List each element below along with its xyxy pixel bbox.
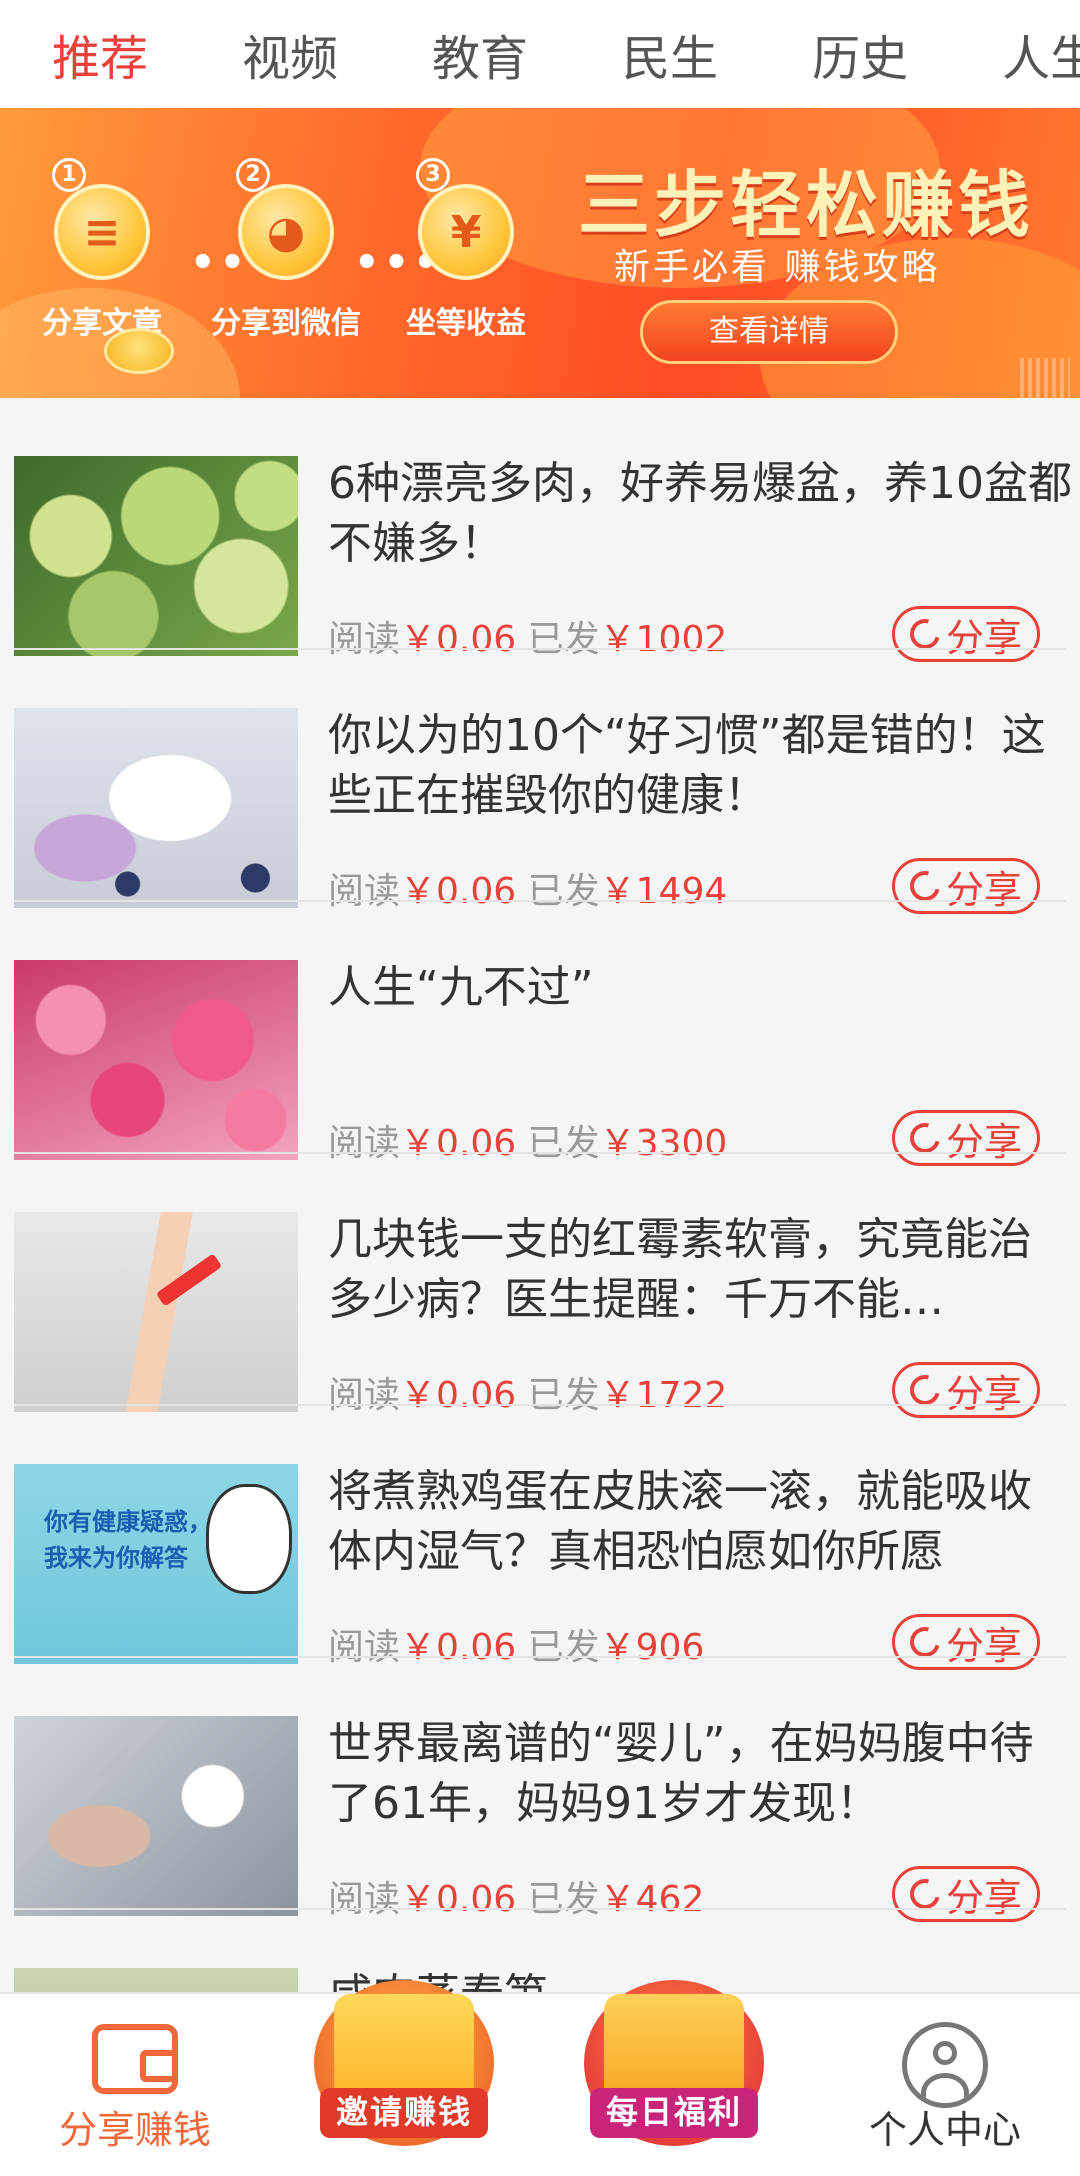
banner-title: 三步轻松赚钱 [578, 163, 1035, 247]
document-icon: ≡ [54, 184, 150, 280]
banner-step-share-wechat: 2 ◕ 分享到微信 [196, 158, 376, 342]
list-item[interactable]: 人生“九不过” 阅读￥0.06 已发￥3300 分享 [14, 902, 1066, 1166]
banner-decoration [1020, 358, 1070, 398]
step-label: 分享到微信 [211, 306, 361, 341]
gift-badge-icon: 每日福利 [584, 1980, 764, 2146]
article-thumbnail: 你有健康疑惑， 我来为你解答 [14, 1464, 298, 1664]
nav-profile[interactable]: 个人中心 [810, 1994, 1080, 2176]
invite-badge-icon: 邀请赚钱 [314, 1980, 494, 2146]
article-thumbnail [14, 1212, 298, 1412]
list-item[interactable]: 世界最离谱的“婴儿”，在妈妈腹中待了61年，妈妈91岁才发现！ 阅读￥0.06 … [14, 1658, 1066, 1922]
tab-history[interactable]: 历史 [812, 19, 908, 89]
article-thumbnail [14, 960, 298, 1160]
list-item[interactable]: 你以为的10个“好习惯”都是错的！这些正在摧毁你的健康！ 阅读￥0.06 已发￥… [14, 650, 1066, 914]
yuan-coin-icon: ¥ [418, 184, 514, 280]
step-number: 1 [52, 158, 86, 192]
article-title: 人生“九不过” [328, 962, 594, 1013]
banner-step-share-article: 1 ≡ 分享文章 [12, 158, 192, 342]
thumbnail-text: 你有健康疑惑， 我来为你解答 [44, 1508, 212, 1572]
step-label: 坐等收益 [406, 306, 526, 341]
nav-label: 邀请赚钱 [320, 2088, 488, 2138]
nav-invite-earn[interactable]: 邀请赚钱 [270, 1980, 540, 2176]
nav-label: 个人中心 [868, 2108, 1021, 2152]
wechat-icon: ◕ [238, 184, 334, 280]
tab-life[interactable]: 人生 [1002, 19, 1080, 89]
nav-share-earn[interactable]: 分享赚钱 [0, 1994, 270, 2176]
nav-label: 分享赚钱 [58, 2108, 211, 2152]
article-title: 将煮熟鸡蛋在皮肤滚一滚，就能吸收体内湿气？真相恐怕愿如你所愿 [328, 1466, 1032, 1577]
article-thumbnail [14, 456, 298, 656]
bottom-navigation: 分享赚钱 邀请赚钱 每日福利 个人中心 [0, 1980, 1080, 2176]
cartoon-face-icon [206, 1484, 292, 1594]
banner-step-earn: 3 ¥ 坐等收益 [376, 158, 556, 342]
user-icon [902, 2022, 988, 2108]
list-item[interactable]: 几块钱一支的红霉素软膏，究竟能治多少病？医生提醒：千万不能… 阅读￥0.06 已… [14, 1154, 1066, 1418]
category-tabs: 推荐 视频 教育 民生 历史 人生 [0, 0, 1080, 108]
article-title: 几块钱一支的红霉素软膏，究竟能治多少病？医生提醒：千万不能… [328, 1214, 1032, 1325]
tab-video[interactable]: 视频 [242, 19, 338, 89]
banner-subtitle: 新手必看 赚钱攻略 [614, 247, 941, 288]
list-item[interactable]: 6种漂亮多肉，好养易爆盆，养10盆都不嫌多！ 阅读￥0.06 已发￥1002 分… [14, 398, 1072, 662]
nav-daily-welfare[interactable]: 每日福利 [540, 1980, 810, 2176]
step-number: 3 [416, 158, 450, 192]
list-item[interactable]: 你有健康疑惑， 我来为你解答 将煮熟鸡蛋在皮肤滚一滚，就能吸收体内湿气？真相恐怕… [14, 1406, 1066, 1670]
article-thumbnail [14, 708, 298, 908]
nav-label: 每日福利 [590, 2088, 758, 2138]
article-title: 世界最离谱的“婴儿”，在妈妈腹中待了61年，妈妈91岁才发现！ [328, 1718, 1034, 1829]
wallet-icon [92, 2024, 178, 2094]
article-title: 6种漂亮多肉，好养易爆盆，养10盆都不嫌多！ [328, 458, 1072, 569]
tab-recommend[interactable]: 推荐 [52, 19, 148, 89]
tab-education[interactable]: 教育 [432, 19, 528, 89]
view-details-button[interactable]: 查看详情 [640, 300, 898, 364]
coin-icon [104, 328, 174, 374]
article-title: 你以为的10个“好习惯”都是错的！这些正在摧毁你的健康！ [328, 710, 1046, 821]
promo-banner[interactable]: 1 ≡ 分享文章 ••• 2 ◕ 分享到微信 ••• 3 ¥ 坐等收益 三步轻松… [0, 108, 1080, 398]
tab-livelihood[interactable]: 民生 [622, 19, 718, 89]
article-thumbnail [14, 1716, 298, 1916]
step-number: 2 [236, 158, 270, 192]
